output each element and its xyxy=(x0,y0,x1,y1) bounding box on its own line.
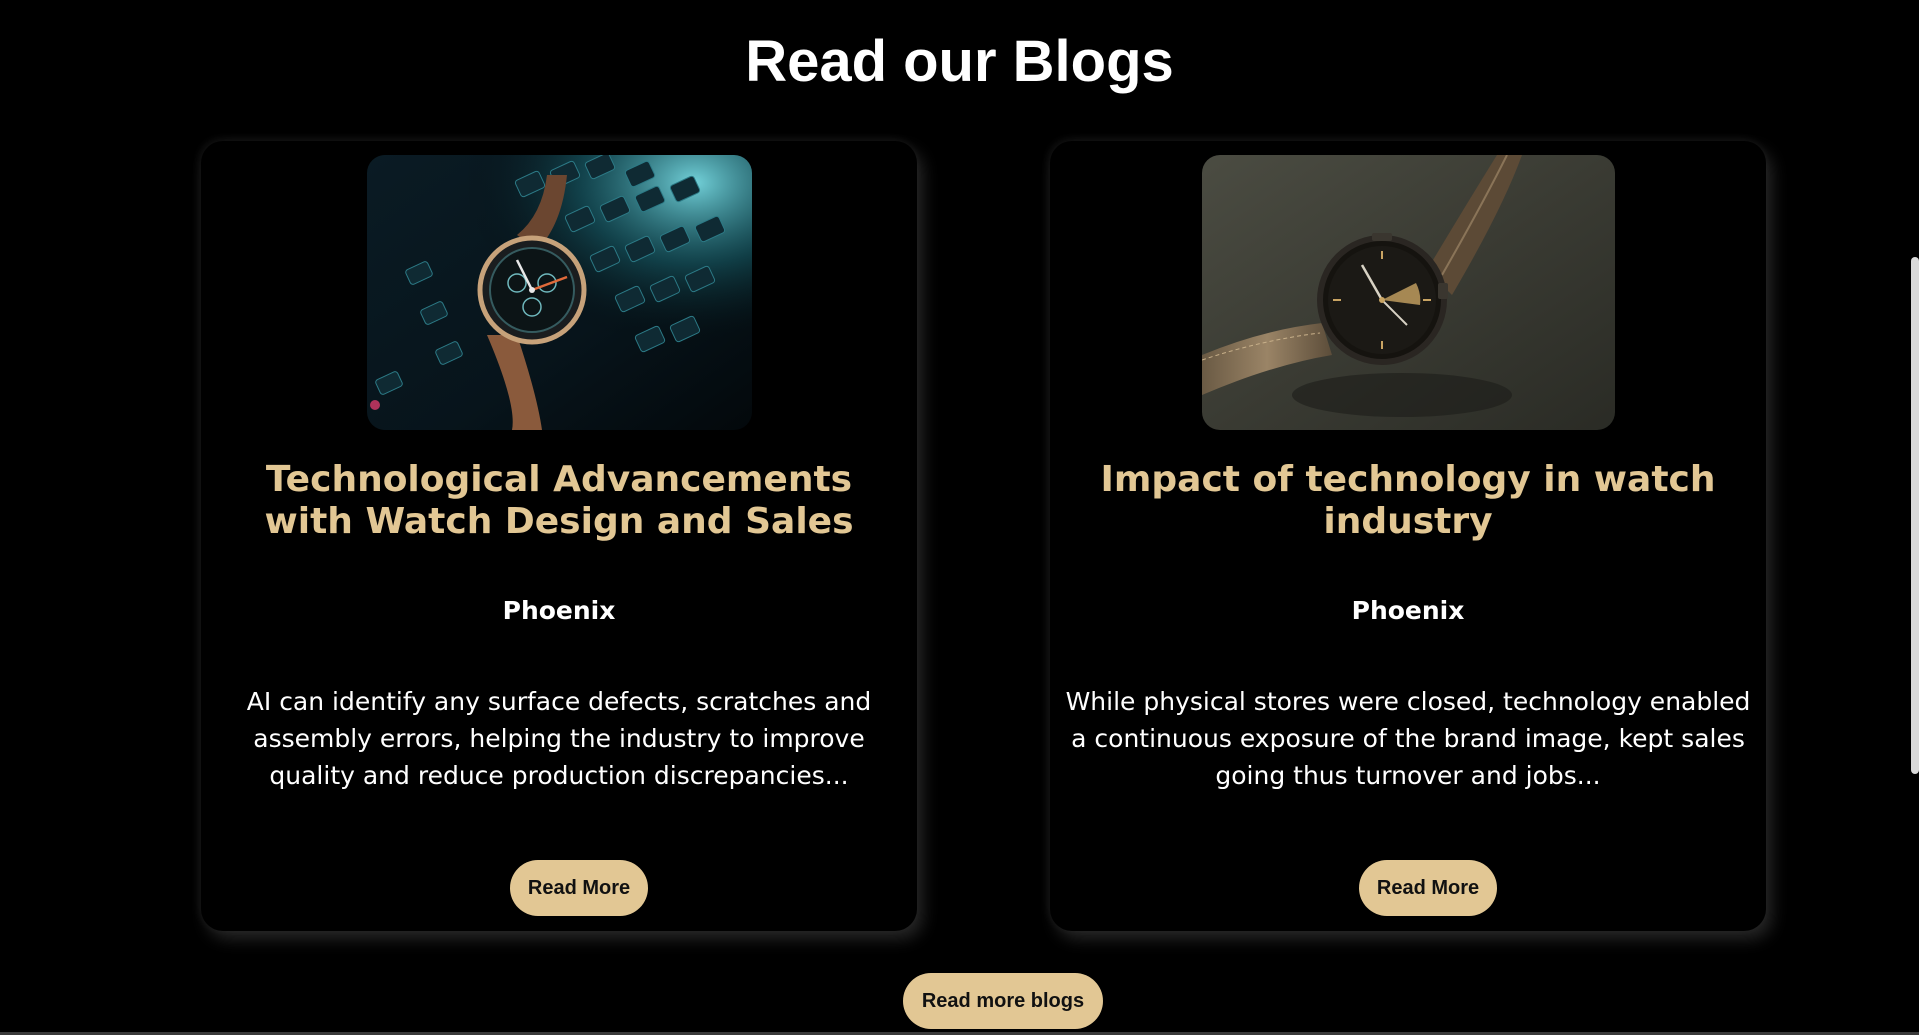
blog-image-leather-watch[interactable] xyxy=(1202,155,1615,430)
blog-card: Technological Advancements with Watch De… xyxy=(201,141,917,931)
read-more-button[interactable]: Read More xyxy=(1359,860,1497,916)
blog-excerpt: While physical stores were closed, techn… xyxy=(1065,687,1751,790)
leather-watch-image xyxy=(1202,155,1615,430)
blog-image-watch-keyboard[interactable] xyxy=(367,155,752,430)
blog-author: Phoenix xyxy=(502,596,616,625)
watch-keyboard-image xyxy=(367,155,752,430)
blog-title[interactable]: Technological Advancements with Watch De… xyxy=(221,459,897,543)
read-more-button[interactable]: Read More xyxy=(510,860,648,916)
read-more-blogs-button[interactable]: Read more blogs xyxy=(903,973,1103,1029)
blog-card: Impact of technology in watch industry P… xyxy=(1050,141,1766,931)
blog-title[interactable]: Impact of technology in watch industry xyxy=(1070,459,1746,543)
blog-excerpt: AI can identify any surface defects, scr… xyxy=(246,687,872,790)
blog-author: Phoenix xyxy=(1351,596,1465,625)
blog-section: Read our Blogs Technological Advancement… xyxy=(0,0,1919,1035)
section-title: Read our Blogs xyxy=(745,29,1174,94)
page-scrollbar[interactable] xyxy=(1911,257,1919,774)
